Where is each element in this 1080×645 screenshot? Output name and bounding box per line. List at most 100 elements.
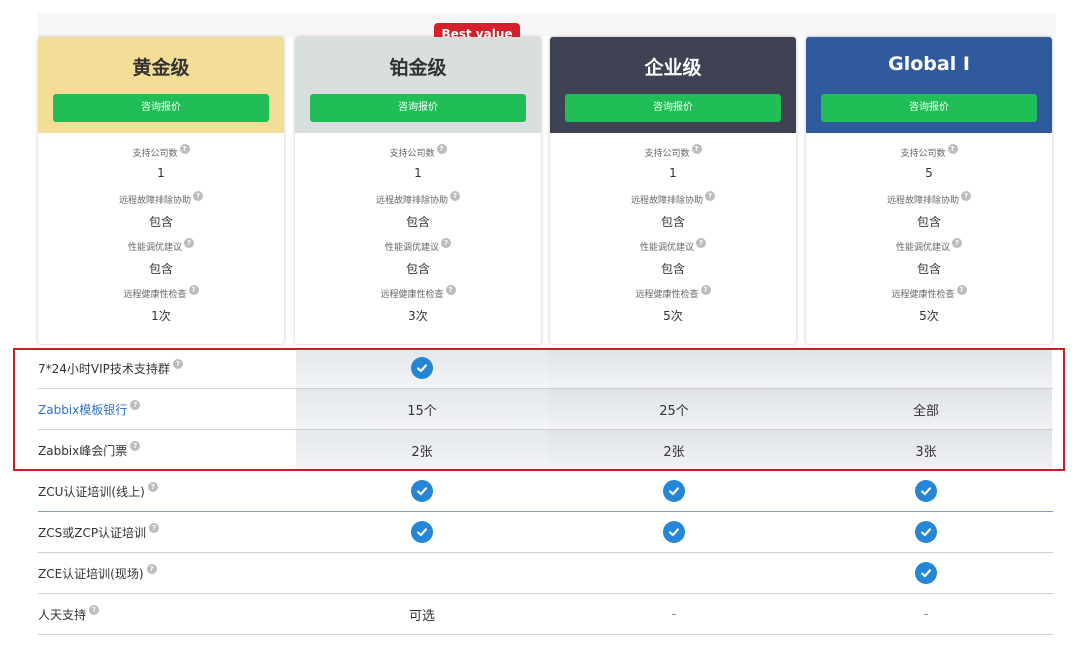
plan-feature: 远程健康性检查? 5次 xyxy=(806,282,1052,329)
help-icon[interactable]: ? xyxy=(193,190,203,201)
table-cell xyxy=(296,553,548,593)
table-cell xyxy=(296,512,548,552)
row-label-text: ZCE认证培训(现场) xyxy=(38,566,144,581)
plan-feature-list: 支持公司数? 1 远程故障排除协助? 包含 性能调优建议? 包含 远程健康性检查… xyxy=(38,133,284,329)
feature-value: 1 xyxy=(414,166,422,180)
help-icon[interactable]: ? xyxy=(184,237,194,248)
row-label-text: ZCU认证培训(线上) xyxy=(38,484,145,499)
plan-name: Global I xyxy=(888,53,970,75)
check-circle-icon xyxy=(411,521,433,543)
table-cell: 2张 xyxy=(296,430,548,470)
plan-feature: 远程故障排除协助? 包含 xyxy=(550,188,796,235)
help-icon[interactable]: ? xyxy=(696,237,706,248)
row-label: 人天支持? xyxy=(38,605,296,623)
feature-value: 包含 xyxy=(148,215,173,229)
feature-label: 远程故障排除协助 xyxy=(886,196,959,206)
feature-label: 性能调优建议 xyxy=(384,243,439,253)
help-icon[interactable]: ? xyxy=(188,284,199,295)
help-icon[interactable]: ? xyxy=(441,237,451,248)
row-label-text: 人天支持 xyxy=(38,607,87,622)
help-icon[interactable]: ? xyxy=(952,237,962,248)
help-icon[interactable]: ? xyxy=(130,400,141,410)
check-circle-icon xyxy=(411,480,433,502)
row-label: ZCU认证培训(线上)? xyxy=(38,482,296,500)
cell-value: 全部 xyxy=(912,403,939,419)
help-icon[interactable]: ? xyxy=(700,284,711,295)
plan-feature-list: 支持公司数? 1 远程故障排除协助? 包含 性能调优建议? 包含 远程健康性检查… xyxy=(295,133,541,329)
plan-feature: 性能调优建议? 包含 xyxy=(38,235,284,282)
help-icon[interactable]: ? xyxy=(89,605,100,615)
feature-value: 5次 xyxy=(663,309,683,323)
check-circle-icon xyxy=(915,521,937,543)
plan-feature: 远程故障排除协助? 包含 xyxy=(295,188,541,235)
request-quote-button[interactable]: 咨询报价 xyxy=(53,94,269,122)
plan-name: 黄金级 xyxy=(132,57,190,79)
feature-value: 包含 xyxy=(405,215,430,229)
feature-value: 包含 xyxy=(660,262,685,276)
row-label-text[interactable]: Zabbix模板银行 xyxy=(38,401,127,418)
table-row: ZCU认证培训(线上)? xyxy=(38,471,1053,512)
table-row: Zabbix峰会门票? 2张 2张 3张 xyxy=(38,430,1053,471)
table-cell xyxy=(548,512,800,552)
check-circle-icon xyxy=(915,480,937,502)
feature-value: 1 xyxy=(157,166,165,180)
cell-value: 3张 xyxy=(915,444,937,460)
plan-feature: 支持公司数? 1 xyxy=(295,141,541,188)
row-label: ZCS或ZCP认证培训? xyxy=(38,523,296,541)
plan-name: 企业级 xyxy=(644,57,702,79)
help-icon[interactable]: ? xyxy=(130,441,141,451)
table-row: 人天支持? 可选 - - xyxy=(38,594,1053,635)
help-icon[interactable]: ? xyxy=(172,359,183,369)
help-icon[interactable]: ? xyxy=(147,482,158,492)
feature-label: 性能调优建议 xyxy=(639,243,694,253)
feature-label: 远程故障排除协助 xyxy=(630,196,703,206)
help-icon[interactable]: ? xyxy=(436,143,447,154)
feature-value: 5 xyxy=(925,166,933,180)
table-cell xyxy=(800,471,1052,511)
feature-value: 包含 xyxy=(148,262,173,276)
cell-value: 可选 xyxy=(408,608,435,624)
request-quote-button[interactable]: 咨询报价 xyxy=(821,94,1037,122)
plan-feature: 性能调优建议? 包含 xyxy=(806,235,1052,282)
feature-value: 1 xyxy=(669,166,677,180)
row-label[interactable]: Zabbix模板银行? xyxy=(38,400,296,418)
feature-label: 远程健康性检查 xyxy=(123,290,187,300)
help-icon[interactable]: ? xyxy=(947,143,958,154)
plan-feature: 支持公司数? 5 xyxy=(806,141,1052,188)
plan-feature: 支持公司数? 1 xyxy=(550,141,796,188)
check-circle-icon xyxy=(663,480,685,502)
plan-header: Global I 咨询报价 xyxy=(806,37,1052,133)
feature-value: 包含 xyxy=(916,215,941,229)
row-label-text: Zabbix峰会门票 xyxy=(38,443,128,458)
cell-value: 2张 xyxy=(411,444,433,460)
feature-value: 包含 xyxy=(916,262,941,276)
help-icon[interactable]: ? xyxy=(450,190,460,201)
table-cell: 25个 xyxy=(548,389,800,429)
help-icon[interactable]: ? xyxy=(956,284,967,295)
request-quote-button[interactable]: 咨询报价 xyxy=(310,94,526,122)
plan-card: 黄金级 咨询报价 支持公司数? 1 远程故障排除协助? 包含 性能调优建议? 包… xyxy=(38,37,284,344)
plan-feature: 支持公司数? 1 xyxy=(38,141,284,188)
plan-header: 黄金级 咨询报价 xyxy=(38,37,284,133)
cell-value: - xyxy=(923,606,929,622)
help-icon[interactable]: ? xyxy=(691,143,702,154)
help-icon[interactable]: ? xyxy=(961,190,971,201)
help-icon[interactable]: ? xyxy=(705,190,715,201)
row-label-text: ZCS或ZCP认证培训 xyxy=(38,525,147,540)
help-icon[interactable]: ? xyxy=(179,143,190,154)
table-row: 7*24小时VIP技术支持群? xyxy=(38,348,1053,389)
table-cell xyxy=(800,512,1052,552)
feature-label: 性能调优建议 xyxy=(127,243,182,253)
plan-header: 企业级 咨询报价 xyxy=(550,37,796,133)
plan-card: 企业级 咨询报价 支持公司数? 1 远程故障排除协助? 包含 性能调优建议? 包… xyxy=(550,37,796,344)
feature-label: 远程故障排除协助 xyxy=(118,196,191,206)
cell-value: - xyxy=(671,606,677,622)
help-icon[interactable]: ? xyxy=(149,523,160,533)
help-icon[interactable]: ? xyxy=(445,284,456,295)
table-cell xyxy=(800,348,1052,388)
plan-feature: 远程故障排除协助? 包含 xyxy=(806,188,1052,235)
feature-label: 远程健康性检查 xyxy=(380,290,444,300)
help-icon[interactable]: ? xyxy=(146,564,157,574)
row-label: ZCE认证培训(现场)? xyxy=(38,564,296,582)
request-quote-button[interactable]: 咨询报价 xyxy=(565,94,781,122)
